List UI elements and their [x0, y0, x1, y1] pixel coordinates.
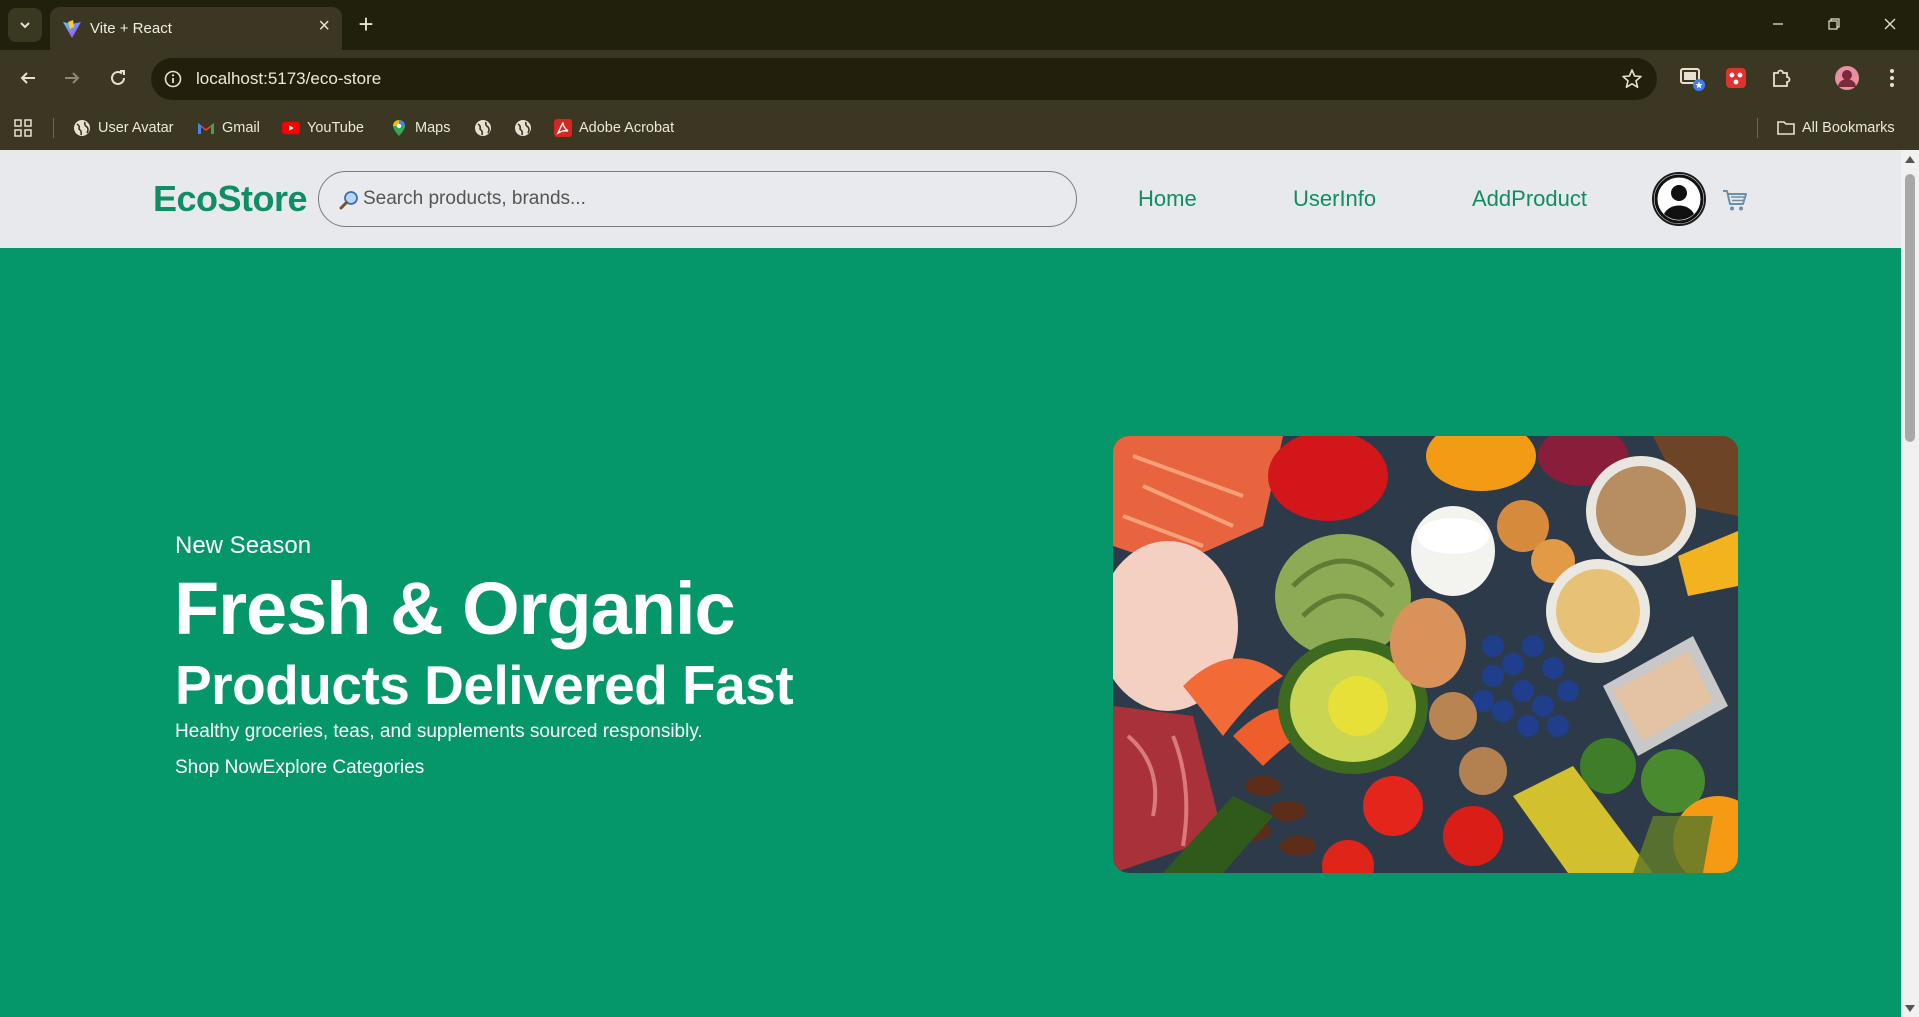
profile-icon: [1835, 66, 1859, 90]
new-tab-button[interactable]: +: [352, 10, 380, 38]
explore-categories-link[interactable]: Explore Categories: [263, 757, 425, 778]
site-logo[interactable]: EcoStore: [153, 178, 308, 220]
hero-heading-line2: Products Delivered Fast: [175, 654, 794, 716]
reload-icon: [111, 70, 125, 85]
vite-logo-icon: [63, 20, 81, 38]
browser-menu-button[interactable]: [1879, 65, 1905, 91]
page-scrollbar[interactable]: [1901, 150, 1919, 1017]
hero-tagline: New Season: [175, 532, 312, 559]
cast-extension-icon[interactable]: [1679, 65, 1705, 91]
minimize-icon: [1773, 23, 1783, 25]
arrow-left-icon: [20, 72, 35, 84]
hero-food-image: [1113, 436, 1738, 873]
extensions-button[interactable]: [1768, 65, 1794, 91]
groceries-photo-illustration: [1113, 436, 1738, 873]
puzzle-red-icon: [1726, 68, 1746, 88]
user-avatar-icon: [1654, 174, 1704, 224]
gmail-icon: [197, 119, 215, 137]
forward-button[interactable]: [58, 64, 86, 92]
folder-icon: [1777, 119, 1795, 137]
arrow-right-icon: [65, 72, 80, 84]
bookmark-globe-1[interactable]: [474, 118, 499, 138]
bookmark-label: Gmail: [222, 120, 260, 136]
hero-cta-group: Shop NowExplore Categories: [175, 757, 424, 779]
tab-title: Vite + React: [90, 20, 172, 37]
bookmark-adobe-acrobat[interactable]: Adobe Acrobat: [554, 118, 674, 138]
hero-description: Healthy groceries, teas, and supplements…: [175, 721, 703, 742]
maps-icon: [390, 119, 408, 137]
scroll-down-arrow[interactable]: [1905, 1005, 1915, 1012]
more-vertical-icon: [1890, 69, 1894, 87]
globe-icon: [73, 119, 91, 137]
all-bookmarks-label: All Bookmarks: [1802, 120, 1895, 136]
cart-icon[interactable]: [1722, 188, 1748, 212]
bookmark-star-icon[interactable]: [1621, 68, 1643, 90]
bookmark-label: Adobe Acrobat: [579, 120, 675, 136]
browser-tab-strip: Vite + React × +: [0, 0, 1919, 50]
bookmark-youtube[interactable]: YouTube: [282, 118, 364, 138]
close-tab-icon[interactable]: ×: [318, 16, 330, 36]
hero-section: New Season Fresh & Organic Products Deli…: [0, 248, 1901, 1017]
search-icon: [339, 191, 358, 210]
bookmark-label: YouTube: [307, 120, 364, 136]
globe-icon: [514, 119, 532, 137]
close-window-button[interactable]: [1870, 10, 1910, 38]
nav-addproduct-link[interactable]: AddProduct: [1472, 186, 1587, 212]
site-header: EcoStore Home UserInfo AddProduct: [0, 150, 1901, 248]
scrollbar-thumb[interactable]: [1905, 174, 1915, 442]
profile-avatar[interactable]: [1834, 65, 1860, 91]
bookmarks-divider: [1757, 118, 1758, 138]
back-button[interactable]: [14, 64, 42, 92]
bookmark-maps[interactable]: Maps: [390, 118, 450, 138]
bookmark-label: User Avatar: [98, 120, 174, 136]
youtube-icon: [282, 119, 300, 137]
nav-userinfo-link[interactable]: UserInfo: [1293, 186, 1376, 212]
hero-heading-line1: Fresh & Organic: [174, 567, 736, 650]
page-viewport: EcoStore Home UserInfo AddProduct: [0, 150, 1901, 1017]
address-bar[interactable]: localhost:5173/eco-store: [151, 58, 1657, 100]
tab-search-button[interactable]: [8, 8, 42, 42]
reload-button[interactable]: [104, 64, 132, 92]
scroll-up-arrow[interactable]: [1905, 156, 1915, 163]
bookmark-label: Maps: [415, 120, 451, 136]
bookmark-globe-2[interactable]: [514, 118, 539, 138]
user-avatar[interactable]: [1652, 172, 1706, 226]
chevron-down-icon: [20, 22, 30, 29]
bookmark-gmail[interactable]: Gmail: [197, 118, 260, 138]
bookmarks-bar: User Avatar Gmail YouTube Maps Adobe Acr…: [0, 106, 1919, 150]
restore-button[interactable]: [1814, 10, 1854, 38]
apps-grid-icon: [14, 119, 32, 137]
all-bookmarks-button[interactable]: All Bookmarks: [1777, 118, 1895, 138]
shop-now-link[interactable]: Shop Now: [175, 757, 263, 778]
restore-icon: [1828, 18, 1840, 30]
nav-home-link[interactable]: Home: [1138, 186, 1197, 212]
apps-button[interactable]: [14, 118, 32, 138]
url-text[interactable]: localhost:5173/eco-store: [196, 69, 381, 89]
minimize-button[interactable]: [1758, 10, 1798, 38]
search-input[interactable]: [363, 185, 1053, 213]
browser-toolbar: localhost:5173/eco-store: [0, 50, 1919, 106]
bookmarks-divider: [53, 118, 54, 138]
bookmark-user-avatar[interactable]: User Avatar: [73, 118, 174, 138]
search-bar[interactable]: [318, 171, 1077, 227]
acrobat-icon: [554, 119, 572, 137]
puzzle-icon: [1773, 69, 1791, 87]
globe-icon: [474, 119, 492, 137]
screen-share-icon: [1680, 68, 1705, 91]
close-icon: [1884, 18, 1896, 30]
red-extension-icon[interactable]: [1723, 65, 1749, 91]
site-info-icon[interactable]: [163, 69, 183, 89]
browser-tab-active[interactable]: Vite + React ×: [50, 7, 342, 50]
